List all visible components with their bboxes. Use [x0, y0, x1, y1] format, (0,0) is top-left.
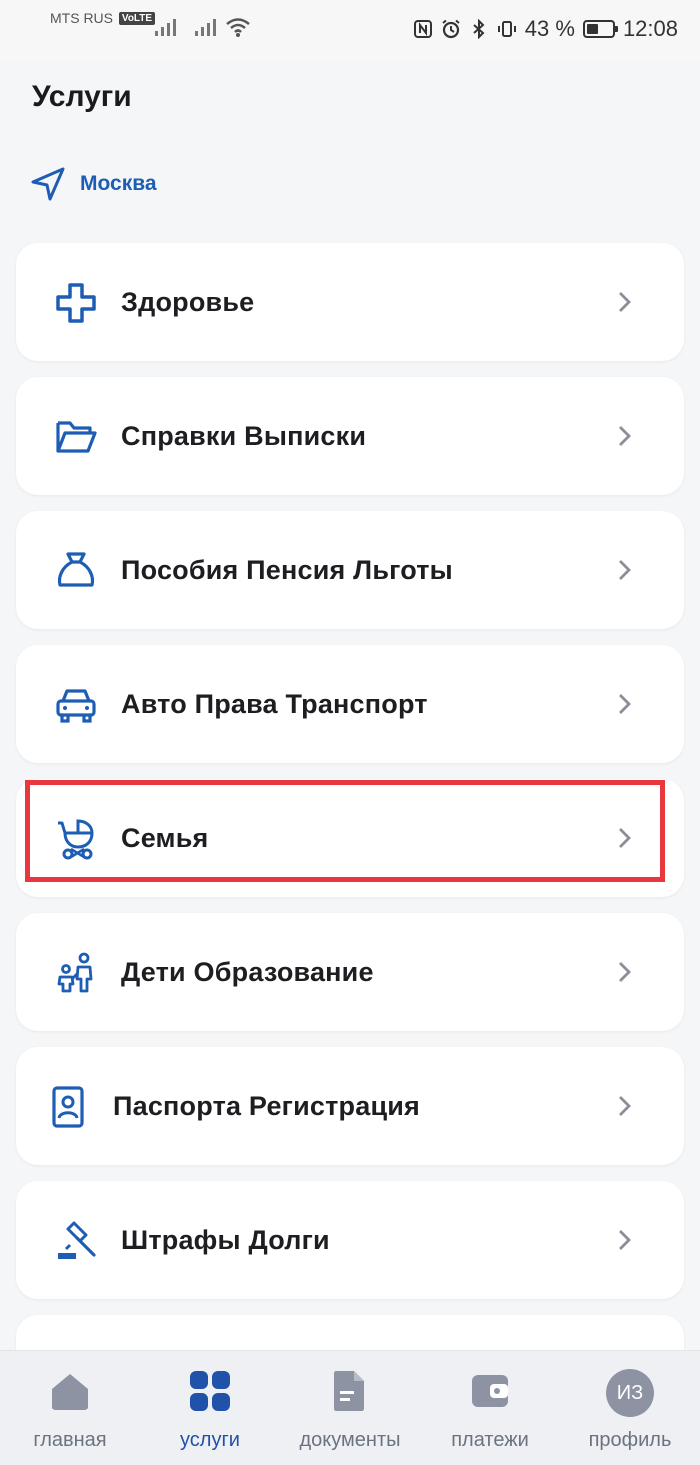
home-icon — [52, 1374, 88, 1410]
nav-profile[interactable]: ИЗ профиль — [560, 1369, 700, 1452]
chevron-right-icon — [619, 1096, 631, 1116]
chevron-right-icon — [619, 828, 631, 848]
nav-label: документы — [299, 1429, 401, 1451]
battery-percent: 43 % — [524, 16, 575, 41]
service-item-auto[interactable]: Авто Права Транспорт — [16, 645, 684, 763]
folder-icon — [56, 421, 97, 453]
service-label: Пособия Пенсия Льготы — [121, 554, 453, 585]
nav-label: профиль — [588, 1429, 672, 1451]
chevron-right-icon — [619, 962, 631, 982]
signal-strength-icon — [195, 19, 216, 36]
service-label: Авто Права Транспорт — [121, 688, 428, 719]
nav-label: платежи — [451, 1429, 529, 1451]
chevron-right-icon — [619, 426, 631, 446]
location-name: Москва — [80, 172, 157, 195]
nav-documents[interactable]: документы — [280, 1369, 420, 1452]
nav-label: услуги — [180, 1429, 240, 1451]
alarm-icon — [442, 19, 460, 39]
service-label: Здоровье — [121, 286, 255, 317]
service-label: Паспорта Регистрация — [113, 1090, 421, 1121]
money-bag-icon — [57, 552, 95, 587]
services-screen: MTS RUS VoLTE 43 % 12:08 Услуги Москва З… — [0, 0, 700, 1465]
nfc-icon — [413, 20, 432, 38]
service-item-certificates[interactable]: Справки Выписки — [16, 377, 684, 495]
wallet-icon — [472, 1375, 508, 1407]
wifi-icon — [226, 18, 250, 37]
service-label: Справки Выписки — [121, 420, 367, 451]
service-label: Семья — [121, 822, 209, 853]
carrier-name: MTS RUS — [50, 10, 113, 26]
nav-home[interactable]: главная — [0, 1369, 140, 1452]
location-selector[interactable]: Москва — [30, 166, 157, 202]
document-icon — [334, 1371, 364, 1411]
vibrate-icon — [497, 21, 516, 37]
service-item-family[interactable]: Семья — [16, 779, 684, 897]
service-item-benefits[interactable]: Пособия Пенсия Льготы — [16, 511, 684, 629]
status-icons: 43 % 12:08 — [413, 16, 678, 42]
service-label: Штрафы Долги — [121, 1224, 330, 1255]
signal-strength-icon — [155, 19, 176, 36]
parent-child-icon — [57, 952, 93, 993]
bluetooth-icon — [473, 19, 485, 39]
status-bar: MTS RUS VoLTE 43 % 12:08 — [0, 0, 700, 60]
service-label: Дети Образование — [121, 956, 374, 987]
clock: 12:08 — [622, 16, 678, 41]
services-grid-icon — [190, 1371, 230, 1411]
passport-icon — [52, 1086, 84, 1128]
nav-payments[interactable]: платежи — [420, 1369, 560, 1452]
chevron-right-icon — [619, 694, 631, 714]
bottom-navigation: главная услуги документы платежи ИЗ проф… — [0, 1350, 700, 1465]
service-item-health[interactable]: Здоровье — [16, 243, 684, 361]
page-title: Услуги — [32, 80, 132, 113]
avatar: ИЗ — [606, 1369, 654, 1417]
medical-cross-icon — [56, 283, 96, 323]
carrier-info: MTS RUS VoLTE — [50, 10, 156, 26]
baby-stroller-icon — [58, 819, 94, 860]
chevron-right-icon — [619, 292, 631, 312]
battery-icon — [582, 20, 618, 38]
gavel-icon — [58, 1221, 96, 1259]
volte-badge: VoLTE — [118, 12, 156, 25]
chevron-right-icon — [619, 1230, 631, 1250]
service-item-fines[interactable]: Штрафы Долги — [16, 1181, 684, 1299]
service-item-children[interactable]: Дети Образование — [16, 913, 684, 1031]
chevron-right-icon — [619, 560, 631, 580]
service-item-passports[interactable]: Паспорта Регистрация — [16, 1047, 684, 1165]
navigation-arrow-icon — [31, 167, 65, 201]
car-icon — [56, 689, 96, 723]
nav-label: главная — [33, 1429, 107, 1451]
nav-services[interactable]: услуги — [140, 1369, 280, 1452]
